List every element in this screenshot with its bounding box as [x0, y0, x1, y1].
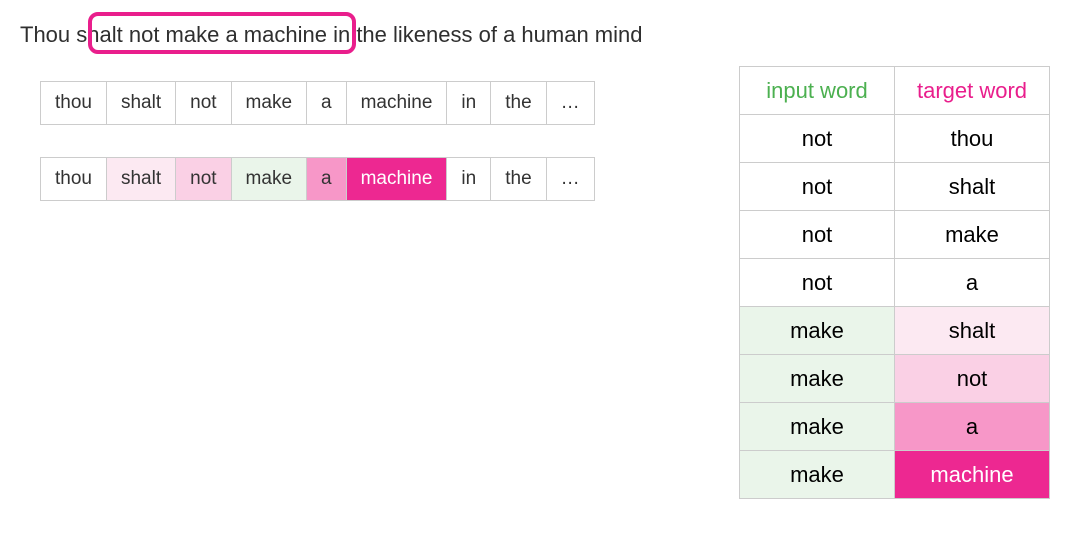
token-colored: in: [446, 157, 491, 201]
pairs-table: input word target word notthounotshaltno…: [739, 66, 1050, 499]
token-colored: …: [546, 157, 595, 201]
cell-input: not: [740, 211, 895, 259]
cell-target: make: [895, 211, 1050, 259]
token-colored: not: [175, 157, 231, 201]
token-colored: machine: [346, 157, 448, 201]
token-plain: …: [546, 81, 595, 125]
token-plain: a: [306, 81, 347, 125]
sentence-post: in the likeness of a human mind: [327, 22, 643, 47]
token-plain: make: [231, 81, 307, 125]
cell-input: not: [740, 115, 895, 163]
cell-input: not: [740, 259, 895, 307]
cell-target: shalt: [895, 163, 1050, 211]
token-plain: thou: [40, 81, 107, 125]
table-row: makemachine: [740, 451, 1050, 499]
sentence-pre: Thou: [20, 22, 76, 47]
cell-target: a: [895, 259, 1050, 307]
token-plain: in: [446, 81, 491, 125]
token-colored: thou: [40, 157, 107, 201]
token-plain: machine: [346, 81, 448, 125]
header-input: input word: [740, 67, 895, 115]
table-row: nota: [740, 259, 1050, 307]
table-row: makea: [740, 403, 1050, 451]
cell-target: not: [895, 355, 1050, 403]
token-plain: shalt: [106, 81, 176, 125]
token-colored: shalt: [106, 157, 176, 201]
table-row: makenot: [740, 355, 1050, 403]
cell-input: make: [740, 307, 895, 355]
cell-target: machine: [895, 451, 1050, 499]
cell-target: shalt: [895, 307, 1050, 355]
cell-input: make: [740, 355, 895, 403]
table-row: makeshalt: [740, 307, 1050, 355]
table-row: notthou: [740, 115, 1050, 163]
token-plain: not: [175, 81, 231, 125]
cell-input: make: [740, 451, 895, 499]
header-target: target word: [895, 67, 1050, 115]
cell-target: thou: [895, 115, 1050, 163]
cell-input: not: [740, 163, 895, 211]
token-colored: make: [231, 157, 307, 201]
token-colored: the: [490, 157, 546, 201]
table-row: notmake: [740, 211, 1050, 259]
sentence-line: Thou shalt not make a machine in the lik…: [20, 20, 1060, 51]
table-row: notshalt: [740, 163, 1050, 211]
token-colored: a: [306, 157, 347, 201]
cell-input: make: [740, 403, 895, 451]
cell-target: a: [895, 403, 1050, 451]
token-plain: the: [490, 81, 546, 125]
highlight-box: [88, 12, 356, 54]
